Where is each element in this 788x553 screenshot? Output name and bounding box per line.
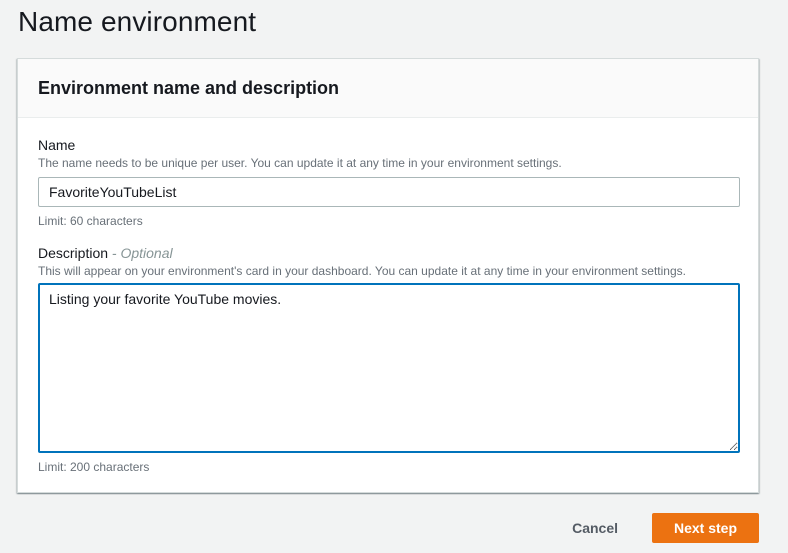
card-body: Name The name needs to be unique per use… bbox=[18, 118, 758, 475]
name-field: Name The name needs to be unique per use… bbox=[38, 136, 740, 229]
cancel-button[interactable]: Cancel bbox=[552, 514, 638, 542]
description-textarea[interactable]: Listing your favorite YouTube movies. bbox=[38, 283, 740, 453]
description-constraint: Limit: 200 characters bbox=[38, 460, 150, 474]
description-label-row: Description - Optional bbox=[38, 244, 738, 262]
card-header: Environment name and description bbox=[18, 59, 758, 118]
page-title: Name environment bbox=[18, 6, 257, 37]
optional-tag: - Optional bbox=[111, 245, 173, 261]
name-label: Name bbox=[38, 137, 76, 153]
description-field: Description - Optional This will appear … bbox=[38, 244, 740, 475]
card-title: Environment name and description bbox=[38, 78, 340, 98]
description-label: Description bbox=[38, 245, 109, 261]
name-constraint: Limit: 60 characters bbox=[38, 214, 143, 228]
name-input[interactable] bbox=[38, 177, 740, 207]
description-help-text: This will appear on your environment's c… bbox=[38, 264, 686, 278]
name-description: The name needs to be unique per user. Yo… bbox=[38, 156, 562, 170]
form-actions: Cancel Next step bbox=[552, 513, 759, 543]
environment-details-card: Environment name and description Name Th… bbox=[17, 58, 759, 493]
next-step-button[interactable]: Next step bbox=[652, 513, 759, 543]
